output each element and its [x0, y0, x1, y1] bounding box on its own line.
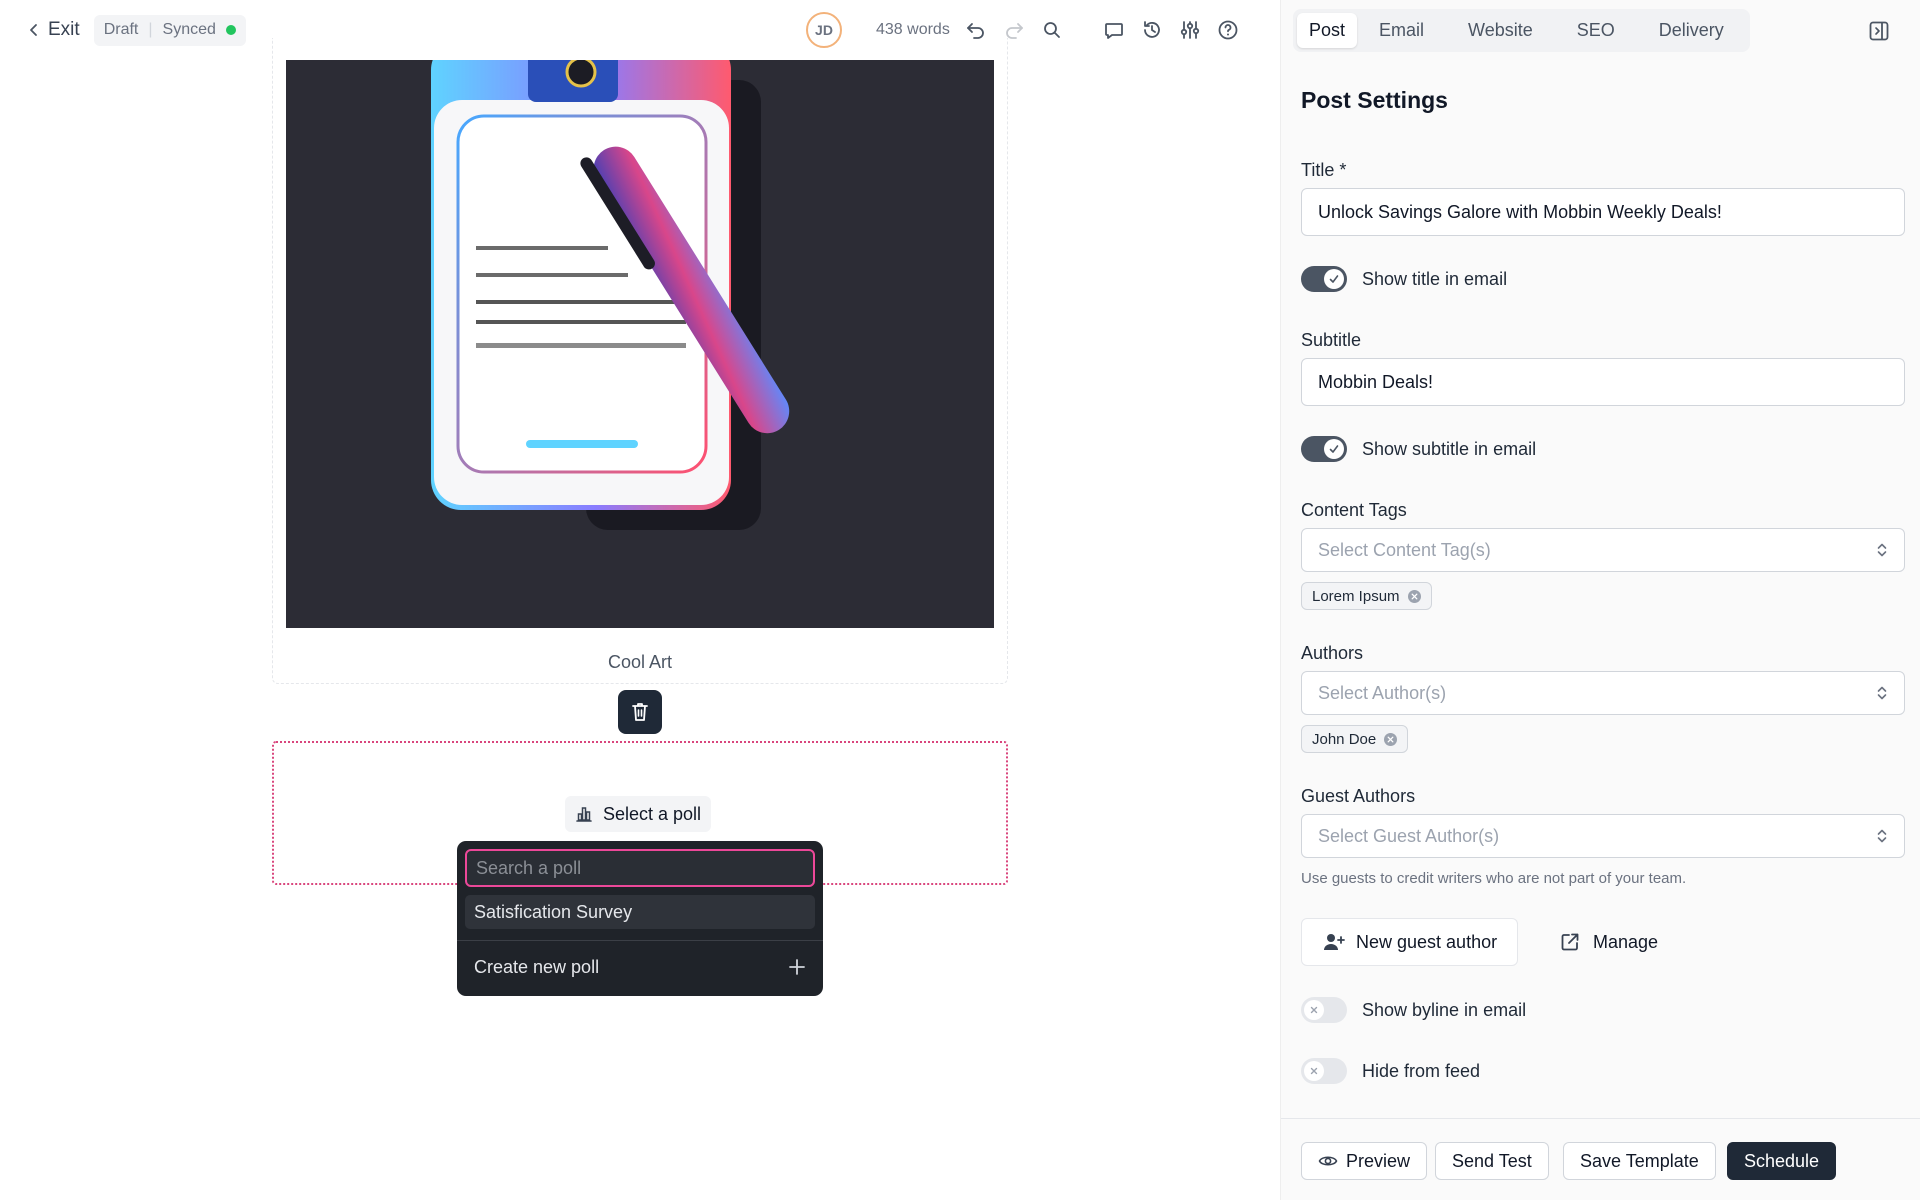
image-block[interactable]: Cool Art	[272, 38, 1008, 684]
authors-select[interactable]: Select Author(s)	[1301, 671, 1905, 715]
synced-dot	[225, 25, 236, 35]
sync-status: Synced	[162, 21, 216, 38]
panel-footer: Preview Send Test Save Template Schedule	[1281, 1118, 1920, 1200]
subtitle-label: Subtitle	[1301, 330, 1362, 350]
show-byline-label: Show byline in email	[1362, 999, 1527, 1020]
editor-canvas: Exit Draft | Synced JD 438 words Cool Ar…	[0, 0, 1280, 1200]
remove-tag-icon[interactable]	[1407, 589, 1421, 603]
user-plus-icon	[1322, 931, 1346, 953]
author-chip[interactable]: John Doe	[1301, 725, 1409, 753]
new-guest-author-label: New guest author	[1356, 931, 1498, 952]
send-test-button[interactable]: Send Test	[1435, 1142, 1549, 1180]
byline-toggle-row: Show byline in email	[1301, 997, 1526, 1023]
preview-label: Preview	[1346, 1150, 1411, 1171]
title-input[interactable]: Unlock Savings Galore with Mobbin Weekly…	[1301, 188, 1905, 236]
show-subtitle-label: Show subtitle in email	[1362, 438, 1537, 459]
show-byline-toggle[interactable]	[1301, 997, 1347, 1023]
chevron-up-down-icon	[1876, 684, 1888, 702]
eye-icon	[1318, 1153, 1338, 1169]
select-poll-label: Select a poll	[603, 803, 702, 824]
hide-from-feed-label: Hide from feed	[1362, 1060, 1481, 1081]
x-icon	[1304, 1000, 1324, 1020]
chevron-up-down-icon	[1876, 827, 1888, 845]
cool-art-image	[286, 60, 994, 628]
poll-search-input[interactable]	[465, 849, 815, 887]
exit-label: Exit	[48, 19, 80, 40]
create-poll-label: Create new poll	[474, 956, 600, 977]
schedule-button[interactable]: Schedule	[1727, 1142, 1837, 1180]
manage-guests-button[interactable]: Manage	[1559, 918, 1658, 966]
help-icon[interactable]	[1216, 18, 1240, 42]
check-icon	[1324, 439, 1344, 459]
manage-label: Manage	[1593, 931, 1659, 952]
show-title-toggle[interactable]	[1301, 266, 1347, 292]
content-tags-label: Content Tags	[1301, 500, 1407, 520]
hide-from-feed-toggle[interactable]	[1301, 1058, 1347, 1084]
tag-chip[interactable]: Lorem Ipsum	[1301, 582, 1432, 610]
show-subtitle-toggle-row: Show subtitle in email	[1301, 436, 1536, 462]
status-pill: Draft | Synced	[93, 14, 246, 46]
poll-option[interactable]: Satisfication Survey	[465, 895, 815, 929]
show-title-toggle-row: Show title in email	[1301, 266, 1507, 292]
remove-author-icon[interactable]	[1384, 732, 1398, 746]
image-caption[interactable]: Cool Art	[273, 652, 1007, 673]
subtitle-input[interactable]: Mobbin Deals!	[1301, 358, 1905, 406]
chevron-up-down-icon	[1876, 541, 1888, 559]
plus-icon	[788, 958, 806, 976]
exit-button[interactable]: Exit	[28, 19, 80, 41]
show-subtitle-toggle[interactable]	[1301, 436, 1347, 462]
preview-button[interactable]: Preview	[1301, 1142, 1428, 1180]
title-label: Title *	[1301, 160, 1347, 180]
content-tags-placeholder: Select Content Tag(s)	[1318, 539, 1491, 560]
history-icon[interactable]	[1140, 18, 1164, 42]
content-tags-select[interactable]: Select Content Tag(s)	[1301, 528, 1905, 572]
x-icon	[1304, 1061, 1324, 1081]
draft-status: Draft	[103, 21, 139, 38]
trash-icon	[630, 701, 650, 723]
save-template-button[interactable]: Save Template	[1563, 1142, 1716, 1180]
external-link-icon	[1559, 931, 1581, 953]
show-title-label: Show title in email	[1362, 268, 1508, 289]
word-count: 438 words	[876, 21, 950, 38]
guest-authors-placeholder: Select Guest Author(s)	[1318, 825, 1500, 846]
tag-chip-label: Lorem Ipsum	[1312, 587, 1400, 605]
tab-post[interactable]: Post	[1297, 13, 1358, 48]
poll-option-label: Satisfication Survey	[474, 901, 633, 922]
check-icon	[1324, 269, 1344, 289]
tab-website[interactable]: Website	[1446, 13, 1555, 48]
guest-authors-helper: Use guests to credit writers who are not…	[1301, 870, 1687, 887]
delete-block-button[interactable]	[618, 690, 662, 734]
chevron-left-icon	[28, 23, 40, 37]
settings-panel: Post Email Website SEO Delivery Post Set…	[1280, 0, 1920, 1200]
authors-placeholder: Select Author(s)	[1318, 682, 1447, 703]
collapse-panel-icon[interactable]	[1868, 20, 1890, 42]
author-chip-label: John Doe	[1312, 730, 1377, 748]
guest-authors-label: Guest Authors	[1301, 786, 1416, 806]
guest-authors-select[interactable]: Select Guest Author(s)	[1301, 814, 1905, 858]
tab-delivery[interactable]: Delivery	[1637, 13, 1746, 48]
poll-dropdown: Satisfication Survey Create new poll	[457, 841, 823, 996]
search-icon[interactable]	[1040, 18, 1064, 42]
comment-icon[interactable]	[1102, 18, 1126, 42]
tab-seo[interactable]: SEO	[1555, 13, 1637, 48]
status-separator: |	[148, 21, 153, 38]
settings-tabs: Post Email Website SEO Delivery	[1293, 9, 1750, 52]
new-guest-author-button[interactable]: New guest author	[1301, 918, 1519, 966]
editor-topbar-left: Exit Draft | Synced	[28, 14, 246, 46]
bar-chart-icon	[575, 805, 593, 823]
authors-label: Authors	[1301, 643, 1364, 663]
sliders-icon[interactable]	[1178, 18, 1202, 42]
select-poll-button[interactable]: Select a poll	[565, 796, 712, 832]
create-poll-button[interactable]: Create new poll	[465, 941, 815, 993]
panel-title: Post Settings	[1301, 87, 1448, 113]
hide-feed-toggle-row: Hide from feed	[1301, 1058, 1480, 1084]
tab-email[interactable]: Email	[1357, 13, 1446, 48]
